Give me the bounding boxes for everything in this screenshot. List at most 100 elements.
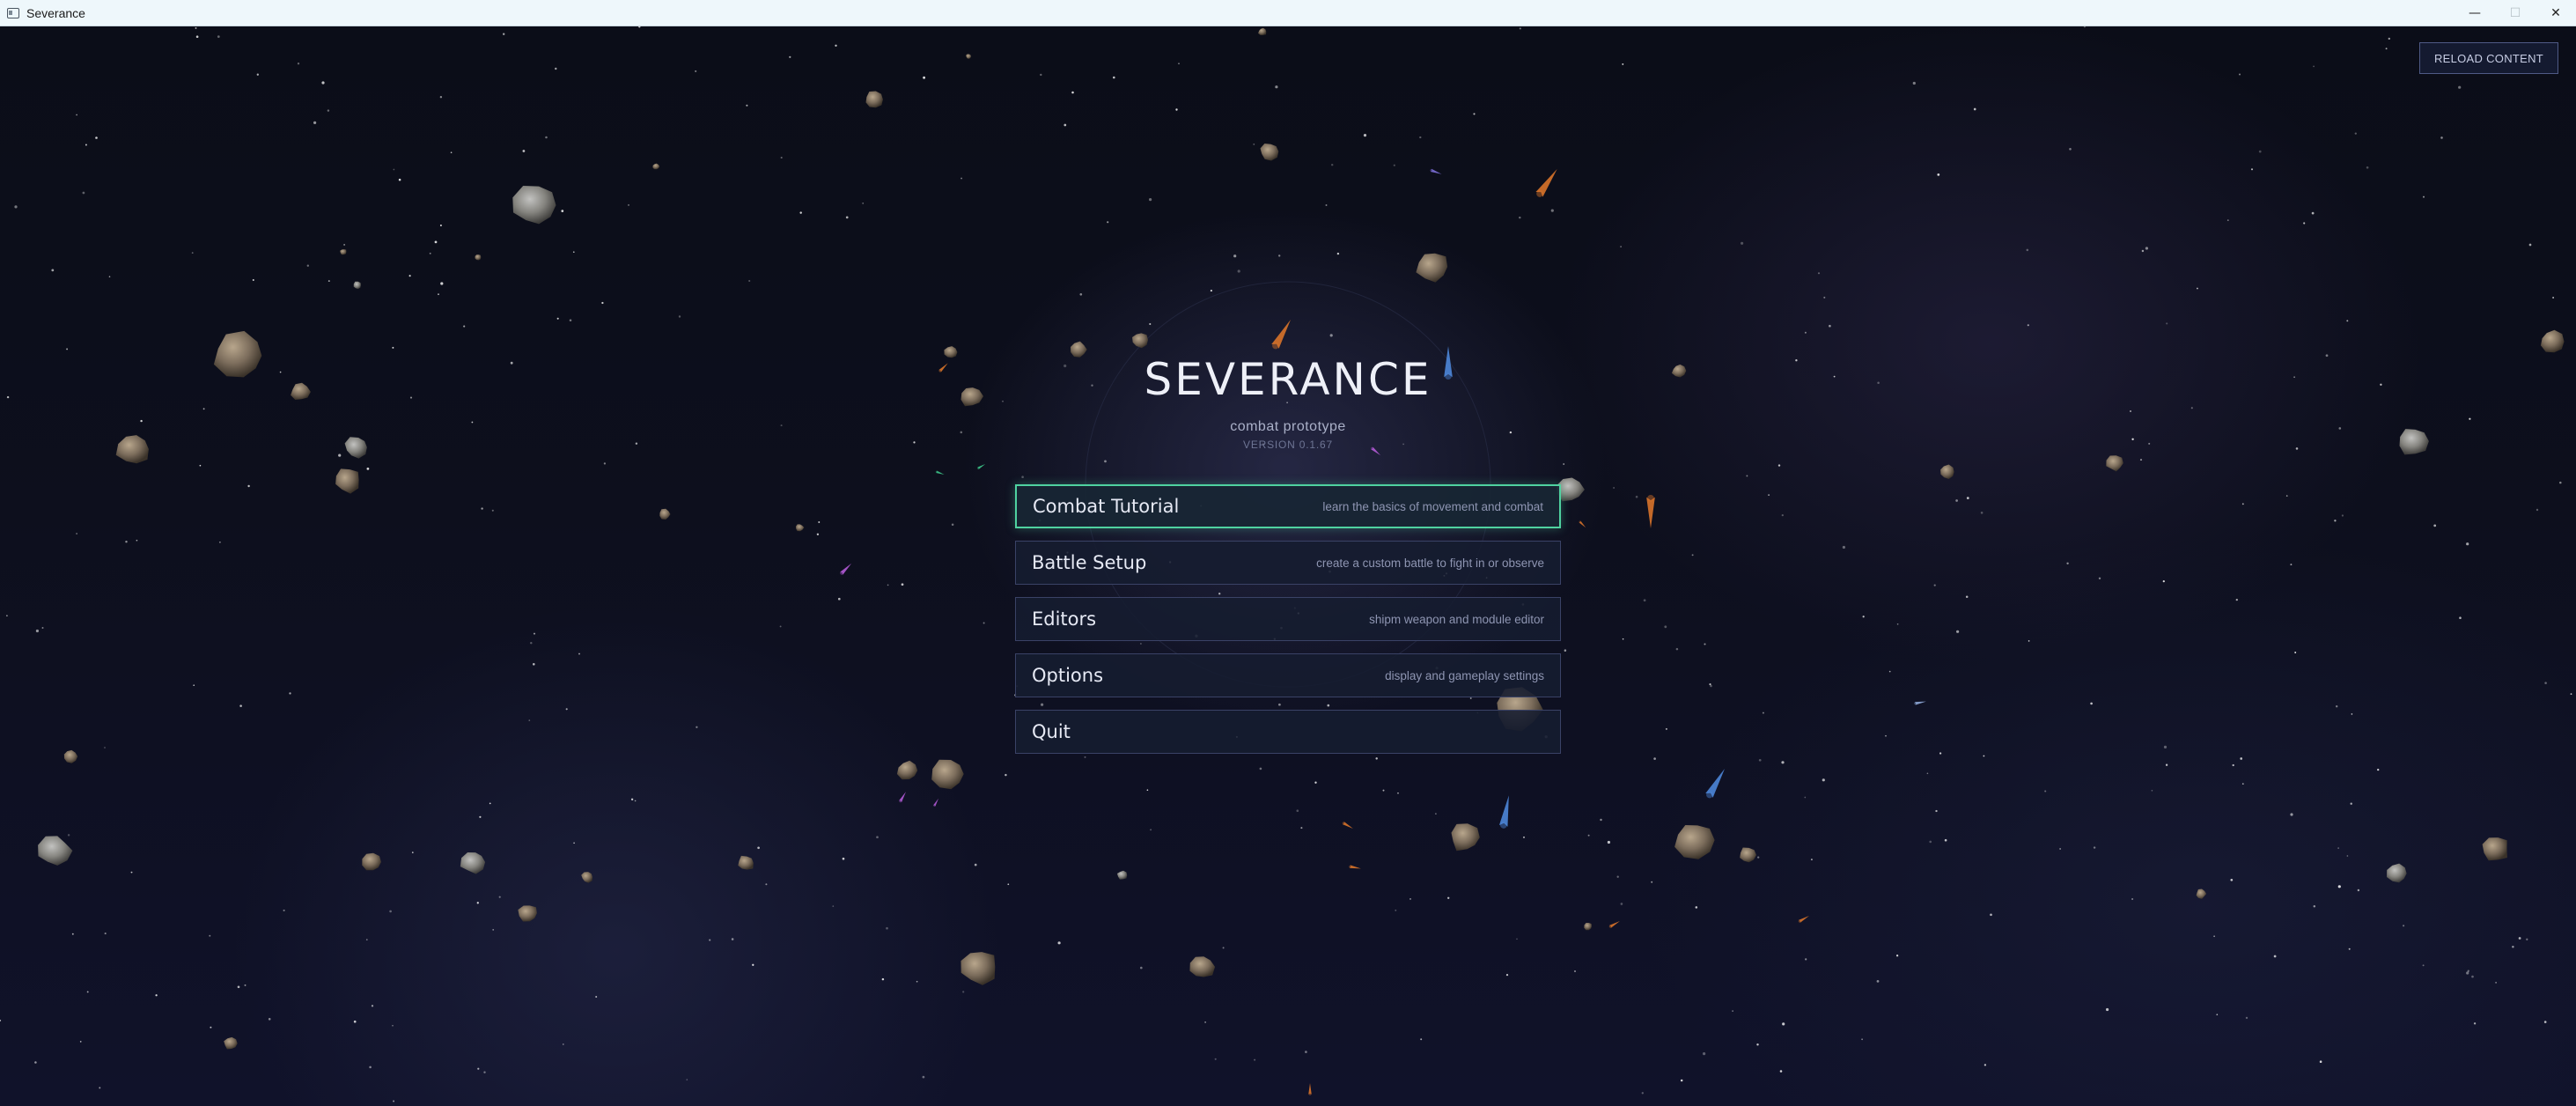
star	[1021, 476, 1024, 478]
star	[2536, 508, 2539, 512]
star	[1330, 163, 1334, 166]
menu-item-options[interactable]: Options display and gameplay settings	[1015, 653, 1561, 697]
asteroid	[362, 852, 381, 871]
menu-item-combat-tutorial[interactable]: Combat Tutorial learn the basics of move…	[1015, 484, 1561, 528]
star	[2334, 520, 2337, 522]
star	[1419, 136, 1422, 139]
star	[2440, 136, 2443, 139]
menu-item-quit[interactable]: Quit	[1015, 710, 1561, 754]
asteroid	[475, 254, 482, 261]
star	[1149, 322, 1152, 326]
star	[1420, 1038, 1423, 1041]
star	[2232, 763, 2234, 767]
menu-item-editors[interactable]: Editors shipm weapon and module editor	[1015, 597, 1561, 641]
star	[601, 301, 604, 305]
star	[1926, 772, 1929, 775]
star	[1620, 903, 1623, 905]
reload-content-button[interactable]: RELOAD CONTENT	[2419, 42, 2558, 74]
star	[2543, 1021, 2547, 1023]
star	[835, 44, 837, 47]
asteroid	[63, 749, 78, 763]
star	[239, 704, 242, 707]
menu-item-battle-setup[interactable]: Battle Setup create a custom battle to f…	[1015, 541, 1561, 585]
star	[2145, 247, 2148, 250]
star	[1613, 487, 1615, 489]
star	[2467, 970, 2469, 972]
star	[429, 252, 431, 254]
star	[2240, 757, 2243, 760]
star	[2162, 579, 2165, 583]
window-title: Severance	[26, 5, 85, 20]
asteroid	[1940, 464, 1954, 479]
star	[1896, 623, 1899, 625]
star	[1175, 108, 1178, 111]
star	[477, 1067, 480, 1070]
star	[217, 35, 220, 38]
asteroid	[796, 524, 805, 532]
star	[1473, 113, 1476, 115]
star	[1768, 494, 1770, 497]
star	[765, 883, 768, 886]
star	[82, 191, 85, 195]
asteroid	[652, 163, 660, 170]
asteroid	[335, 468, 359, 494]
star	[2433, 524, 2437, 527]
star	[922, 1075, 925, 1079]
star	[283, 909, 285, 911]
star	[195, 35, 199, 39]
star	[1146, 789, 1149, 791]
star	[369, 1065, 372, 1069]
star	[1523, 836, 1525, 838]
menu-item-label: Options	[1032, 665, 1104, 686]
star	[1732, 1010, 1733, 1012]
star	[1071, 91, 1074, 94]
star	[210, 1026, 212, 1029]
star	[1973, 107, 1976, 111]
star	[2241, 783, 2244, 785]
star	[1912, 81, 1916, 85]
star	[1782, 1022, 1785, 1026]
star	[2319, 1060, 2322, 1063]
asteroid	[1416, 253, 1448, 283]
star	[195, 26, 197, 29]
star	[1653, 757, 1656, 760]
star	[630, 798, 634, 801]
main-menu: Combat Tutorial learn the basics of move…	[1015, 484, 1561, 766]
star	[2518, 937, 2521, 940]
star	[125, 540, 128, 543]
star	[1040, 73, 1042, 77]
star	[1314, 781, 1317, 784]
star	[99, 1087, 101, 1089]
minimize-button[interactable]: —	[2455, 0, 2495, 26]
star	[1829, 324, 1831, 328]
star	[2528, 243, 2532, 247]
star	[916, 980, 918, 983]
star	[450, 151, 453, 154]
star	[2166, 322, 2168, 325]
star	[1664, 625, 1667, 629]
window-titlebar: Severance — ☐ ✕	[0, 0, 2576, 26]
star	[1643, 599, 1646, 602]
star	[219, 541, 221, 543]
star	[1210, 290, 1212, 292]
spaceship	[1646, 495, 1655, 528]
star	[6, 615, 8, 617]
star	[1139, 966, 1143, 970]
star	[434, 240, 438, 244]
menu-item-label: Combat Tutorial	[1033, 496, 1180, 517]
star	[155, 994, 158, 997]
star	[371, 1005, 374, 1007]
star	[2239, 73, 2241, 76]
star	[86, 991, 89, 993]
maximize-button[interactable]: ☐	[2495, 0, 2536, 26]
star	[202, 408, 205, 410]
star	[2241, 503, 2244, 505]
star	[2570, 693, 2572, 695]
close-button[interactable]: ✕	[2536, 0, 2576, 26]
star	[1057, 941, 1061, 945]
star	[1804, 796, 1807, 799]
star	[76, 533, 77, 535]
game-viewport[interactable]: RELOAD CONTENT SEVERANCE combat prototyp…	[0, 26, 2576, 1106]
star	[476, 902, 479, 904]
asteroid	[1451, 823, 1480, 852]
